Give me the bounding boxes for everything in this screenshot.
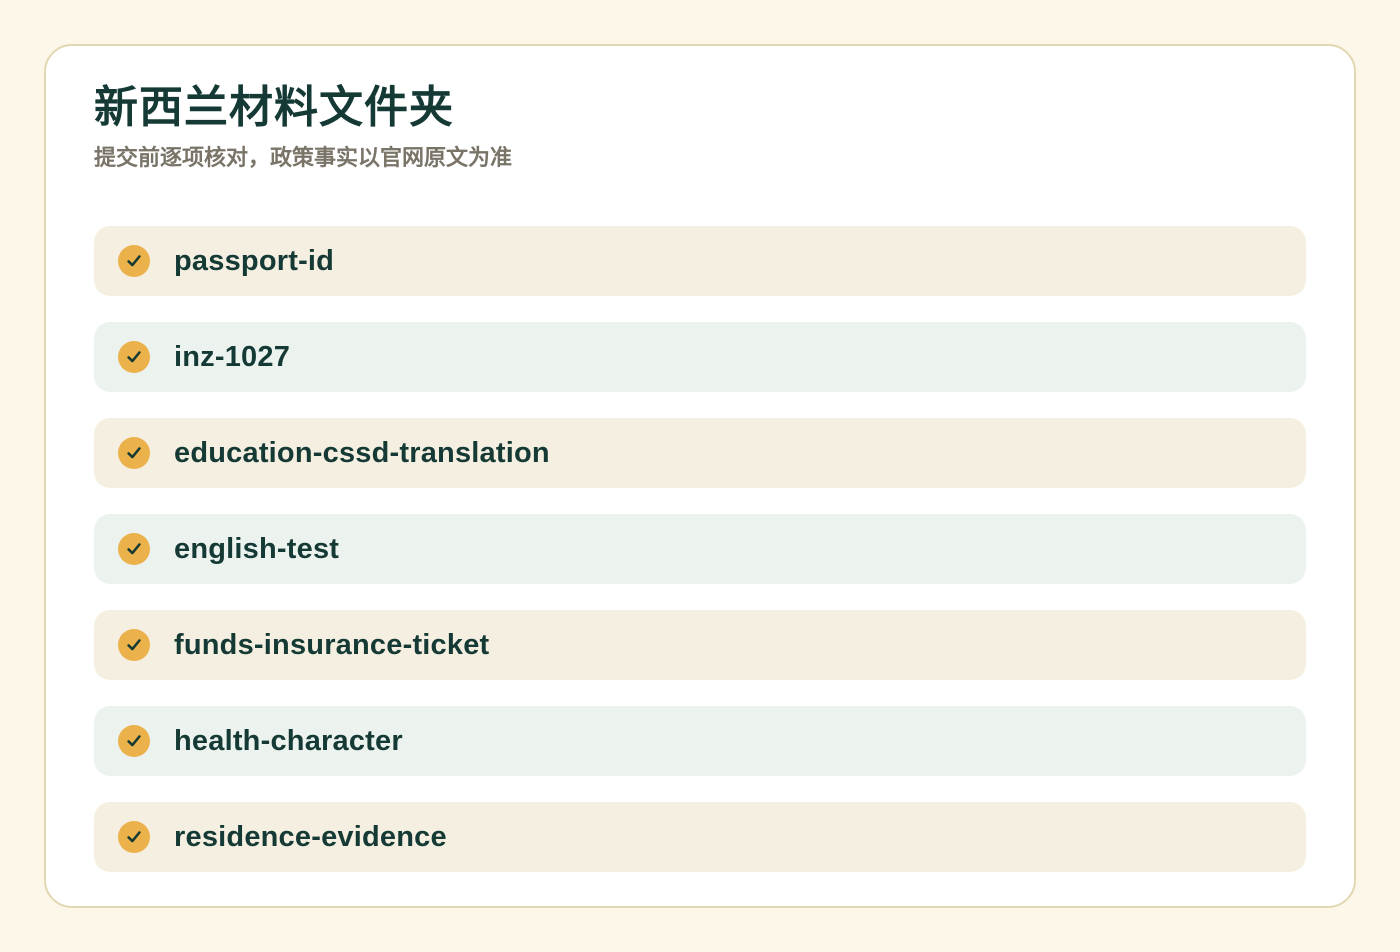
document-folder-card: 新西兰材料文件夹 提交前逐项核对，政策事实以官网原文为准 passport-id…	[44, 44, 1356, 908]
check-circle-icon	[118, 533, 150, 565]
checklist-item-passport-id[interactable]: passport-id	[94, 226, 1306, 296]
card-header: 新西兰材料文件夹 提交前逐项核对，政策事实以官网原文为准	[94, 82, 1306, 172]
check-circle-icon	[118, 629, 150, 661]
checklist-item-label: education-cssd-translation	[174, 437, 550, 469]
checklist-item-english-test[interactable]: english-test	[94, 514, 1306, 584]
check-circle-icon	[118, 437, 150, 469]
checklist-item-inz-1027[interactable]: inz-1027	[94, 322, 1306, 392]
page-subtitle: 提交前逐项核对，政策事实以官网原文为准	[94, 145, 513, 170]
checklist-item-label: inz-1027	[174, 341, 291, 373]
checklist-item-label: passport-id	[174, 245, 335, 277]
checklist-item-residence-evidence[interactable]: residence-evidence	[94, 802, 1306, 872]
check-circle-icon	[118, 245, 150, 277]
checklist-item-label: residence-evidence	[174, 821, 447, 853]
checklist-item-label: health-character	[174, 725, 403, 757]
checklist-item-funds-insurance-ticket[interactable]: funds-insurance-ticket	[94, 610, 1306, 680]
page-title: 新西兰材料文件夹	[94, 83, 454, 132]
checklist: passport-id inz-1027 education-cssd-tran…	[94, 226, 1306, 898]
check-circle-icon	[118, 821, 150, 853]
checklist-item-label: english-test	[174, 533, 340, 565]
checklist-item-education-cssd-translation[interactable]: education-cssd-translation	[94, 418, 1306, 488]
check-circle-icon	[118, 341, 150, 373]
checklist-item-label: funds-insurance-ticket	[174, 629, 490, 661]
check-circle-icon	[118, 725, 150, 757]
checklist-item-health-character[interactable]: health-character	[94, 706, 1306, 776]
